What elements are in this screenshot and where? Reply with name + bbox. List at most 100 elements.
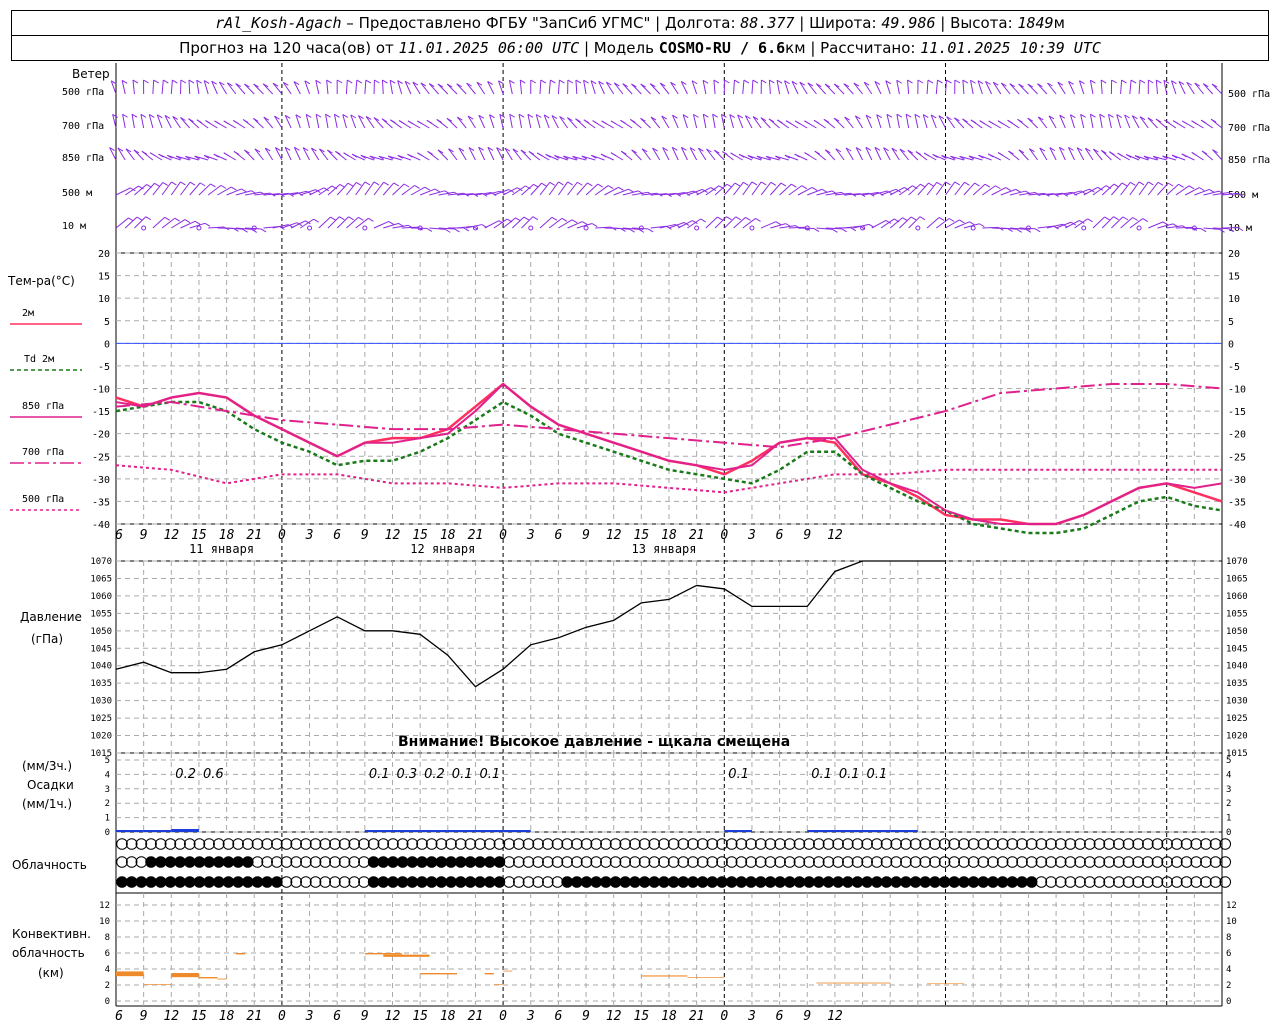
cloud-symbol	[696, 838, 709, 850]
wind-barb-feather	[1015, 188, 1022, 193]
wind-barb-feather	[964, 181, 970, 186]
conv-cloud-bar	[816, 982, 891, 984]
cloud-symbol	[1122, 838, 1135, 850]
cloud-symbol	[880, 856, 893, 868]
cloud-symbol	[1171, 856, 1183, 868]
wind-barb-feather	[313, 218, 319, 223]
wind-barb	[1089, 80, 1094, 95]
cloud-symbol	[1093, 856, 1106, 868]
cloud-symbol	[474, 838, 486, 850]
wind-barb	[180, 181, 191, 196]
wind-barb-feather	[356, 181, 362, 186]
cloud-symbol	[309, 856, 322, 868]
wind-barb-feather	[775, 221, 782, 226]
pressure-ytick-right: 1070	[1226, 557, 1248, 567]
wind-barb	[428, 83, 439, 95]
cloud-symbol	[300, 838, 312, 850]
conv-cloud-bar	[641, 975, 688, 977]
wind-barb	[733, 182, 744, 196]
wind-barb-feather	[426, 119, 433, 124]
pressure-ytick-right: 1055	[1226, 609, 1248, 619]
wind-barb-feather	[445, 228, 451, 233]
precip-amount: 0.1	[479, 767, 500, 782]
cloud-symbol	[280, 838, 293, 850]
wind-barb	[152, 79, 155, 95]
wind-barb	[768, 79, 771, 95]
wind-barb	[752, 116, 762, 129]
temp-ytick: -30	[92, 475, 110, 486]
conv-cloud-bar	[420, 973, 458, 975]
wind-barb-feather	[582, 221, 588, 225]
wind-barb-feather	[969, 221, 975, 226]
cloud-symbol	[493, 876, 506, 888]
cloud-symbol	[483, 876, 496, 888]
cloud-symbol	[1122, 876, 1135, 888]
cloud-symbol	[1132, 876, 1144, 888]
wind-barb	[1129, 80, 1132, 95]
cloud-symbol	[1171, 838, 1183, 850]
precip-ytick-right: 5	[1226, 756, 1231, 766]
wind-barb	[807, 82, 817, 95]
temp-ytick: -15	[92, 407, 110, 418]
conv-ytick-right: 10	[1226, 917, 1237, 927]
cloud-symbol	[1142, 876, 1154, 888]
wind-barb-feather	[348, 216, 354, 221]
wind-barb	[926, 181, 938, 196]
wind-barb	[509, 114, 513, 129]
conv-ytick: 10	[99, 917, 110, 927]
hour-label: 9	[361, 528, 369, 543]
temp-ytick: -40	[92, 520, 110, 531]
cloud-symbol	[1083, 856, 1096, 868]
wind-barb	[751, 79, 754, 95]
cloud-symbol	[367, 876, 380, 888]
cloud-symbol	[522, 856, 535, 868]
hour-label-bottom: 21	[689, 1009, 705, 1024]
cloud-symbol	[745, 838, 757, 850]
hour-label: 15	[412, 528, 428, 543]
wind-barb	[1037, 83, 1048, 95]
wind-barb-feather	[620, 119, 626, 124]
cloud-symbol	[832, 838, 844, 850]
cloud-symbol	[638, 838, 651, 850]
hour-label-bottom: 6	[115, 1009, 123, 1024]
wind-barb-feather	[769, 79, 775, 84]
cloud-symbol	[493, 856, 506, 868]
cloud-symbol	[164, 838, 177, 850]
wind-barb	[437, 83, 449, 95]
cloud-symbol	[658, 876, 670, 888]
hour-label-bottom: 12	[606, 1009, 622, 1024]
cloud-symbol	[522, 876, 535, 888]
cloud-symbol	[222, 856, 235, 868]
hour-label-bottom: 3	[747, 1009, 756, 1024]
cloud-symbol	[512, 838, 525, 850]
wind-barb-feather	[199, 182, 206, 187]
wind-barb-feather	[601, 120, 607, 125]
precip-ytick: 1	[105, 814, 110, 824]
cloud-symbol	[725, 838, 738, 850]
cloud-symbol	[1006, 856, 1019, 868]
cloud-symbol	[503, 838, 515, 850]
wind-barb	[613, 82, 624, 95]
wind-barb-feather	[364, 181, 371, 186]
wind-barb-feather	[540, 79, 547, 84]
wind-barb	[899, 148, 910, 161]
cloud-symbol	[1200, 856, 1212, 868]
hour-label-bottom: 3	[305, 1009, 314, 1024]
wind-barb-feather	[1005, 187, 1011, 191]
wind-barb	[364, 80, 367, 95]
cloud-symbol	[996, 876, 1009, 888]
wind-barb-feather	[1178, 183, 1184, 188]
cloud-symbol	[958, 856, 970, 868]
cloud-symbol	[154, 856, 167, 868]
hour-label-bottom: 9	[582, 1009, 590, 1024]
cloud-symbol	[425, 876, 438, 888]
hour-label-bottom: 18	[661, 1009, 677, 1024]
hour-label: 15	[191, 528, 207, 543]
wind-barb	[1139, 116, 1149, 129]
precip-amount: 0.2	[424, 767, 445, 782]
wind-barb-feather	[1034, 228, 1041, 233]
temp-ytick: -20	[92, 430, 110, 441]
wind-barb	[844, 116, 854, 129]
wind-barb-feather	[1122, 216, 1129, 221]
wind-barb	[446, 83, 458, 95]
